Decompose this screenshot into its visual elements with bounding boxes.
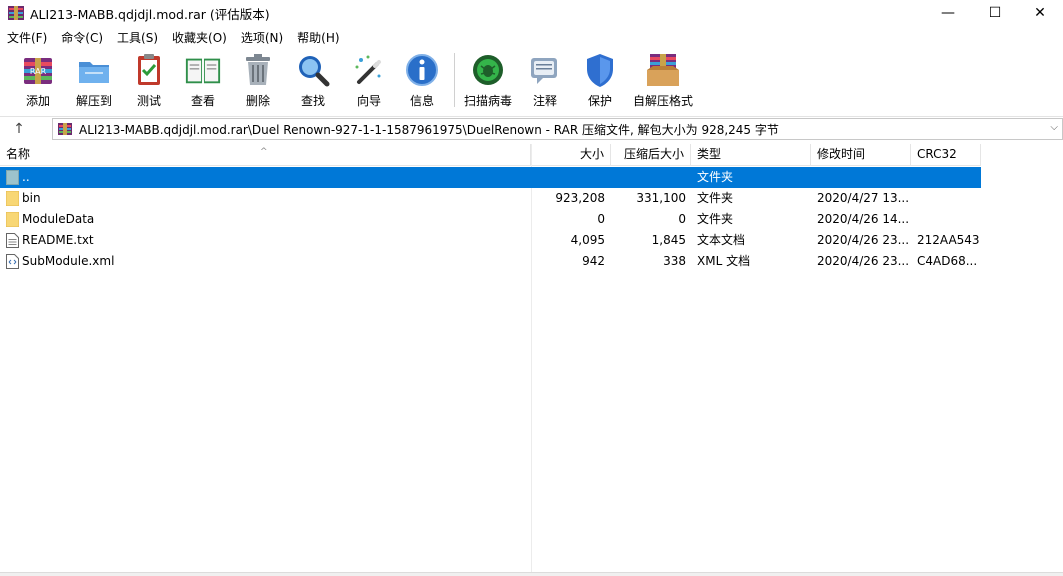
trash-can-icon [239,51,277,89]
sfx-archive-icon [644,51,682,89]
virus-scan-icon [469,51,507,89]
info-button[interactable]: 信息 [403,51,441,109]
shield-icon [581,51,619,89]
chevron-down-icon[interactable]: ⌵ [1050,122,1058,133]
address-path: ALI213-MABB.qdjdjl.mod.rar\Duel Renown-9… [79,122,779,137]
winrar-app-icon[interactable] [8,5,24,21]
xml-file-icon [6,254,19,269]
column-header-name[interactable]: 名称 ^ [0,144,531,166]
protect-button[interactable]: 保护 [581,51,619,109]
virus-scan-button[interactable]: 扫描病毒 [462,51,514,109]
info-icon [403,51,441,89]
comment-button[interactable]: 注释 [526,51,564,109]
find-button[interactable]: 查找 [293,51,333,109]
table-row-bin[interactable]: bin 923,208 331,100 文件夹 2020/4/27 13... [0,188,981,209]
menu-commands[interactable]: 命令(C) [54,29,110,46]
toolbar: RAR 添加 解压到 测试 查看 删除 查找 向导 信息 扫描病毒 注释 保护 … [0,49,1063,113]
menu-tools[interactable]: 工具(S) [110,29,165,46]
toolbar-separator [454,53,455,107]
delete-button[interactable]: 删除 [238,51,278,109]
magic-wand-icon [350,51,388,89]
svg-text:RAR: RAR [30,67,47,76]
folder-icon [6,191,19,206]
folder-icon [6,212,19,227]
parent-folder-icon [6,170,19,185]
sort-ascending-icon: ^ [260,147,268,157]
table-row-parent[interactable]: .. 文件夹 [0,167,981,188]
minimize-button[interactable]: — [925,0,971,26]
title-bar: ALI213-MABB.qdjdjl.mod.rar (评估版本) — ☐ ✕ [0,0,1063,26]
address-bar: ↑ ALI213-MABB.qdjdjl.mod.rar\Duel Renown… [0,116,1063,141]
archive-icon [58,123,72,135]
view-book-icon [184,51,222,89]
address-field[interactable]: ALI213-MABB.qdjdjl.mod.rar\Duel Renown-9… [52,118,1063,140]
test-clipboard-icon [130,51,168,89]
add-button[interactable]: RAR 添加 [18,51,58,109]
menu-options[interactable]: 选项(N) [234,29,290,46]
extract-folder-icon [75,51,113,89]
window-title: ALI213-MABB.qdjdjl.mod.rar (评估版本) [30,6,270,22]
menu-favorites[interactable]: 收藏夹(O) [165,29,234,46]
up-one-level-button[interactable]: ↑ [8,120,30,138]
menu-file[interactable]: 文件(F) [0,29,54,46]
file-list: .. 文件夹 bin 923,208 331,100 文件夹 2020/4/27… [0,167,981,272]
maximize-button[interactable]: ☐ [972,0,1018,26]
menu-bar: 文件(F) 命令(C) 工具(S) 收藏夹(O) 选项(N) 帮助(H) [0,27,347,47]
extract-to-button[interactable]: 解压到 [72,51,116,109]
wizard-button[interactable]: 向导 [349,51,389,109]
text-file-icon [6,233,19,248]
test-button[interactable]: 测试 [130,51,168,109]
comment-icon [526,51,564,89]
magnifier-icon [294,51,332,89]
close-button[interactable]: ✕ [1017,0,1063,26]
sfx-button[interactable]: 自解压格式 [632,51,694,109]
menu-help[interactable]: 帮助(H) [290,29,346,46]
table-row-readme[interactable]: README.txt 4,095 1,845 文本文档 2020/4/26 23… [0,230,981,251]
add-archive-icon: RAR [19,51,57,89]
table-row-moduledata[interactable]: ModuleData 0 0 文件夹 2020/4/26 14... [0,209,981,230]
status-bar [0,572,1063,576]
view-button[interactable]: 查看 [181,51,225,109]
table-row-submodule[interactable]: SubModule.xml 942 338 XML 文档 2020/4/26 2… [0,251,981,272]
